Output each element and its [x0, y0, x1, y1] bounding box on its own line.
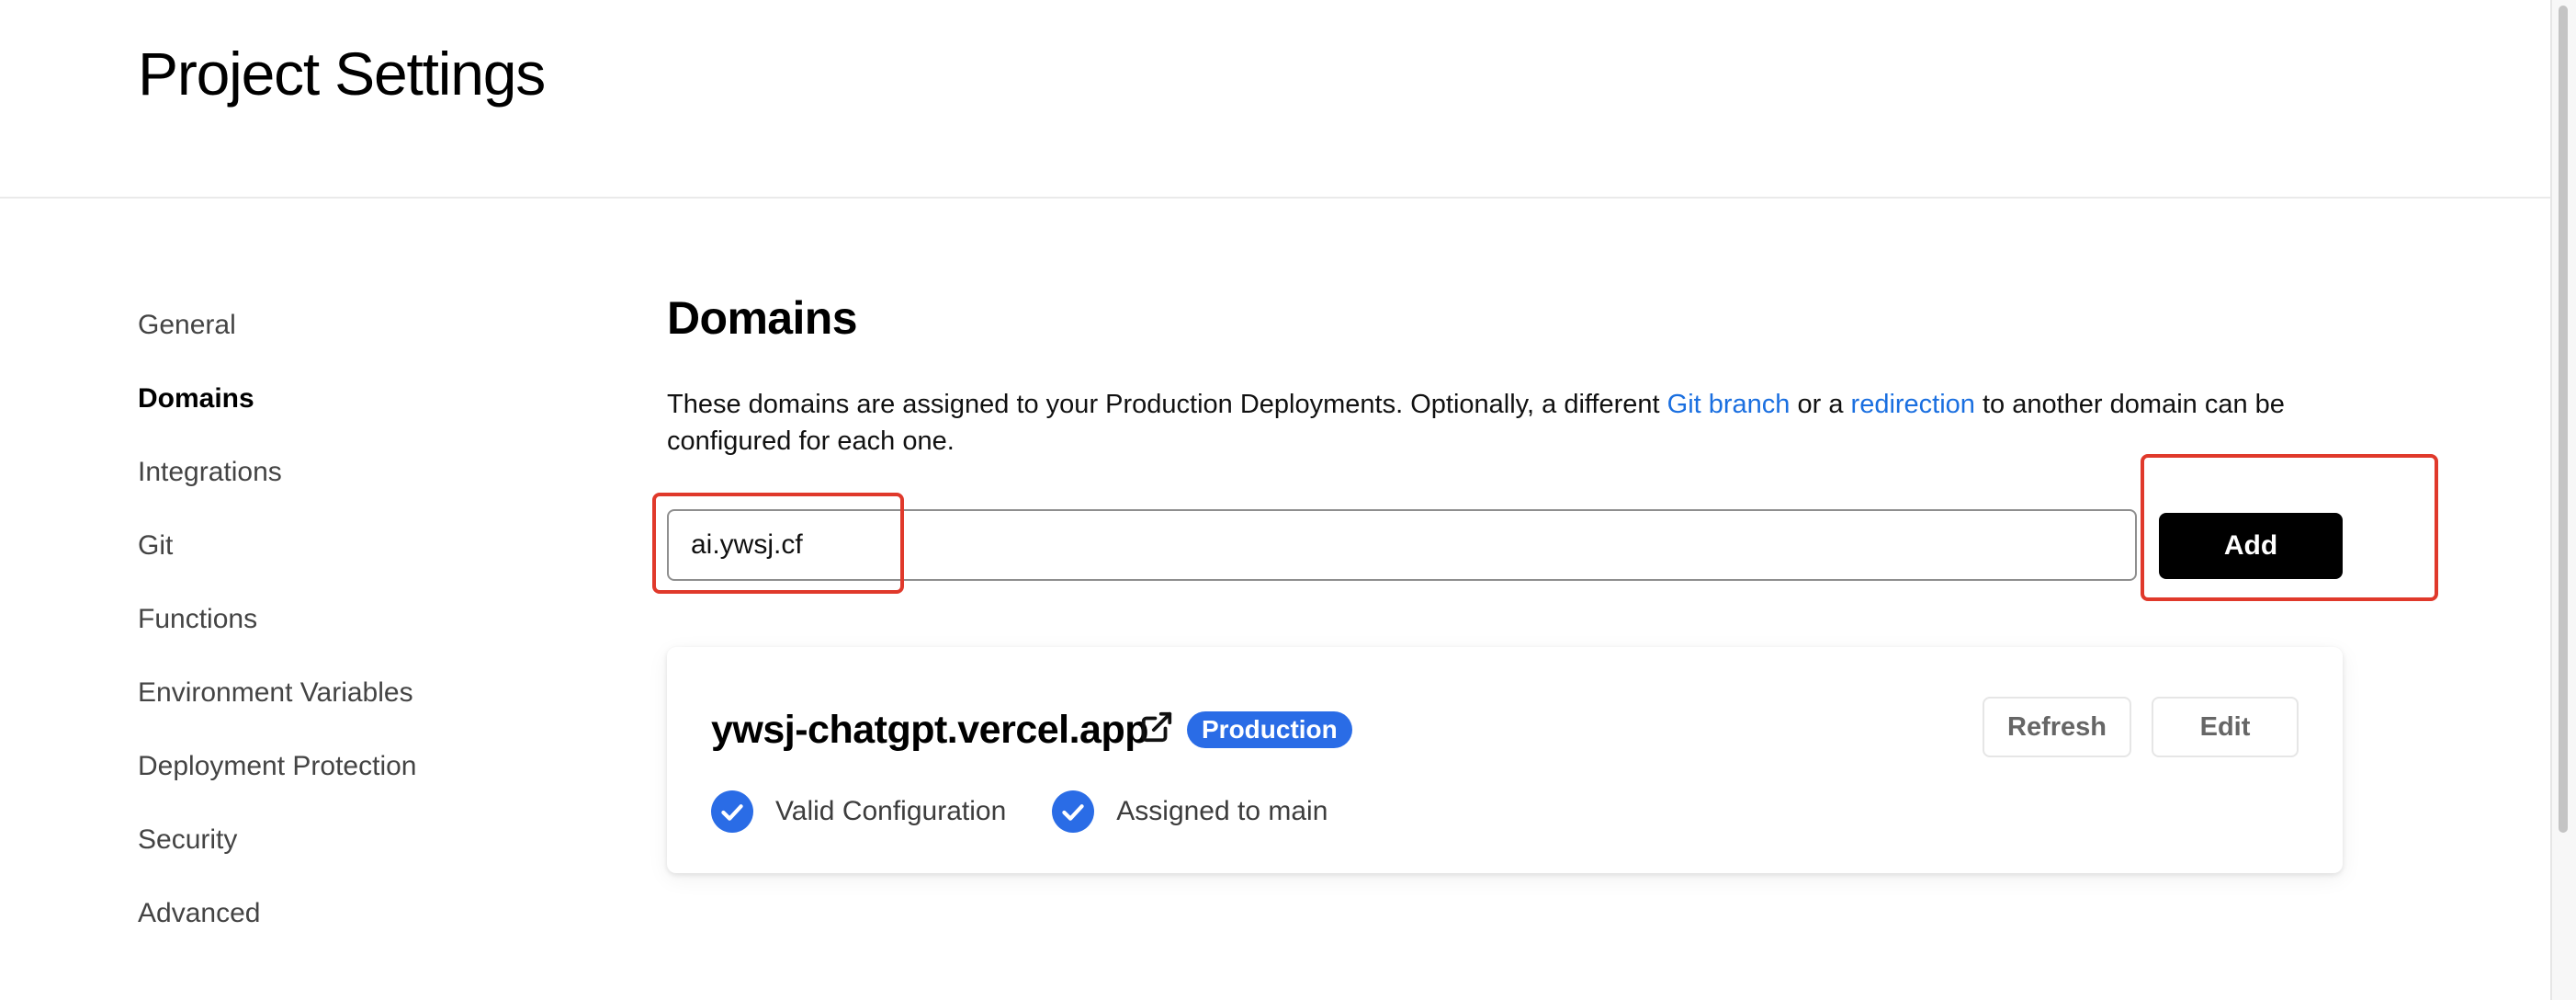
- page-header: Project Settings: [0, 0, 2550, 199]
- sidebar-item-domains[interactable]: Domains: [138, 377, 616, 450]
- production-badge: Production: [1187, 711, 1352, 748]
- scrollbar-thumb[interactable]: [2559, 6, 2568, 833]
- domains-section: Domains These domains are assigned to yo…: [652, 276, 2440, 873]
- settings-sidebar: General Domains Integrations Git Functio…: [138, 303, 616, 965]
- page-title: Project Settings: [138, 40, 546, 108]
- sidebar-item-integrations[interactable]: Integrations: [138, 450, 616, 524]
- sidebar-item-general[interactable]: General: [138, 303, 616, 377]
- assigned-branch-status: Assigned to main: [1116, 796, 1328, 826]
- refresh-button[interactable]: Refresh: [1983, 697, 2131, 757]
- domains-description: These domains are assigned to your Produ…: [667, 386, 2394, 460]
- check-circle-icon: [1052, 790, 1095, 833]
- redirection-link[interactable]: redirection: [1851, 390, 1975, 419]
- domain-name: ywsj-chatgpt.vercel.app: [711, 708, 1149, 752]
- description-text: These domains are assigned to your Produ…: [667, 390, 1667, 419]
- sidebar-item-advanced[interactable]: Advanced: [138, 892, 616, 965]
- external-link-icon[interactable]: [1139, 710, 1174, 744]
- sidebar-item-git[interactable]: Git: [138, 524, 616, 597]
- sidebar-item-environment-variables[interactable]: Environment Variables: [138, 671, 616, 744]
- sidebar-item-functions[interactable]: Functions: [138, 597, 616, 671]
- add-domain-button[interactable]: Add: [2159, 513, 2343, 579]
- edit-button[interactable]: Edit: [2152, 697, 2299, 757]
- check-circle-icon: [711, 790, 753, 833]
- domain-card: ywsj-chatgpt.vercel.app Production Refre…: [667, 647, 2343, 873]
- section-title: Domains: [667, 292, 858, 344]
- domain-input[interactable]: [667, 509, 2137, 581]
- git-branch-link[interactable]: Git branch: [1667, 390, 1791, 419]
- valid-configuration-status: Valid Configuration: [775, 796, 1007, 826]
- status-row: Valid Configuration Assigned to main: [711, 790, 1373, 833]
- description-text: or a: [1790, 390, 1851, 419]
- sidebar-item-security[interactable]: Security: [138, 818, 616, 892]
- sidebar-item-deployment-protection[interactable]: Deployment Protection: [138, 744, 616, 818]
